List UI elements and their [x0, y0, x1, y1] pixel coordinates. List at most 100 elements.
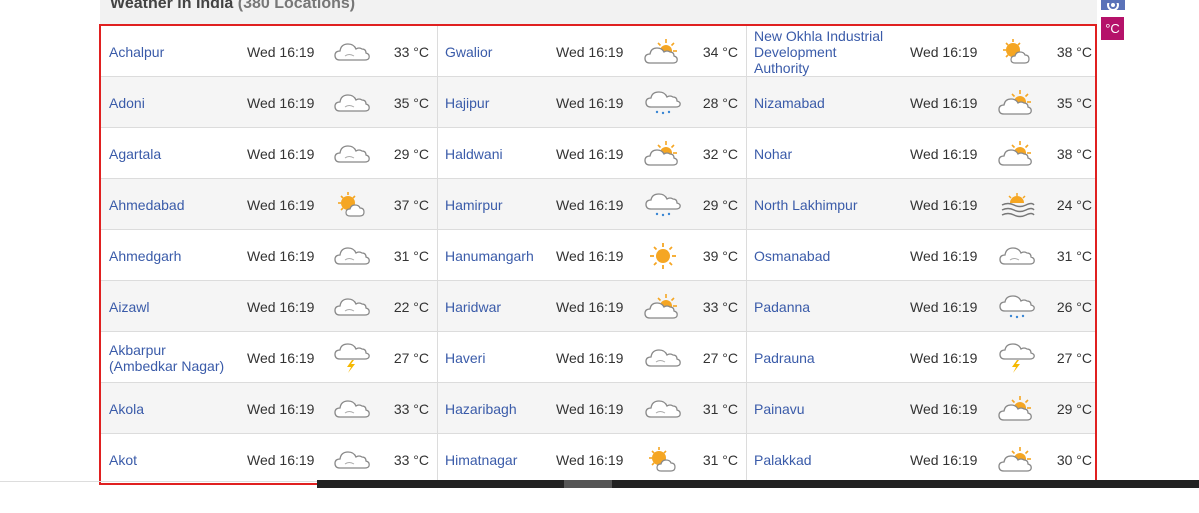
- location-link[interactable]: Padanna: [754, 281, 894, 332]
- local-time: Wed 16:19: [247, 298, 315, 315]
- table-row: Akbarpur (Ambedkar Nagar) Wed 16:19 27 °C H…: [101, 332, 1095, 383]
- local-time: Wed 16:19: [910, 145, 978, 162]
- table-row: Achalpur Wed 16:19 33 °C Gwalior Wed 16:19 34…: [101, 26, 1095, 77]
- thunderstorm-icon: [996, 332, 1038, 383]
- table-row: Akot Wed 16:19 33 °C Himatnagar Wed 16:19 31 …: [101, 434, 1095, 483]
- location-link[interactable]: Ahmedabad: [109, 179, 234, 230]
- local-time: Wed 16:19: [556, 400, 624, 417]
- location-link[interactable]: Aizawl: [109, 281, 234, 332]
- location-link[interactable]: Palakkad: [754, 434, 894, 483]
- table-row: Adoni Wed 16:19 35 °C Hajipur Wed 16:19 28 °C…: [101, 77, 1095, 128]
- table-row: Agartala Wed 16:19 29 °C Haldwani Wed 16:19 3…: [101, 128, 1095, 179]
- temperature: 29 °C: [1056, 400, 1092, 417]
- local-time: Wed 16:19: [556, 43, 624, 60]
- column-divider: [437, 26, 438, 483]
- location-link[interactable]: Hazaribagh: [445, 383, 545, 434]
- local-time: Wed 16:19: [556, 298, 624, 315]
- location-link[interactable]: Haridwar: [445, 281, 545, 332]
- temperature: 34 °C: [702, 43, 738, 60]
- location-link[interactable]: Nohar: [754, 128, 894, 179]
- partly-cloudy-icon: [642, 128, 684, 179]
- location-link[interactable]: Hamirpur: [445, 179, 545, 230]
- unit-toggle-button[interactable]: °C: [1101, 17, 1124, 40]
- location-link[interactable]: Nizamabad: [754, 77, 894, 128]
- partly-sunny-icon: [996, 26, 1038, 77]
- partly-cloudy-icon: [996, 383, 1038, 434]
- location-link[interactable]: Ahmedgarh: [109, 230, 234, 281]
- local-time: Wed 16:19: [247, 94, 315, 111]
- temperature: 24 °C: [1056, 196, 1092, 213]
- table-row: Akola Wed 16:19 33 °C Hazaribagh Wed 16:19 31…: [101, 383, 1095, 434]
- location-link[interactable]: Agartala: [109, 128, 234, 179]
- location-count: (380 Locations): [237, 0, 356, 12]
- partly-cloudy-icon: [642, 26, 684, 77]
- column-divider: [746, 26, 747, 483]
- local-time: Wed 16:19: [556, 94, 624, 111]
- temperature: 31 °C: [393, 247, 429, 264]
- location-link[interactable]: Adoni: [109, 77, 234, 128]
- temperature: 37 °C: [393, 196, 429, 213]
- location-link[interactable]: Achalpur: [109, 26, 234, 77]
- location-link[interactable]: Hanumangarh: [445, 230, 545, 281]
- location-link[interactable]: Painavu: [754, 383, 894, 434]
- temperature: 38 °C: [1056, 145, 1092, 162]
- temperature: 39 °C: [702, 247, 738, 264]
- partly-cloudy-icon: [996, 128, 1038, 179]
- cloudy-icon: [331, 383, 373, 434]
- cloudy-icon: [996, 230, 1038, 281]
- temperature: 33 °C: [393, 43, 429, 60]
- location-link[interactable]: Akola: [109, 383, 234, 434]
- location-link[interactable]: North Lakhimpur: [754, 179, 894, 230]
- location-link[interactable]: Akbarpur (Ambedkar Nagar): [109, 332, 234, 383]
- location-link[interactable]: Gwalior: [445, 26, 545, 77]
- partly-sunny-icon: [331, 179, 373, 230]
- local-time: Wed 16:19: [247, 43, 315, 60]
- sunny-icon: [642, 230, 684, 281]
- local-time: Wed 16:19: [910, 43, 978, 60]
- local-time: Wed 16:19: [556, 196, 624, 213]
- location-link[interactable]: Osmanabad: [754, 230, 894, 281]
- local-time: Wed 16:19: [556, 451, 624, 468]
- horizontal-scrollbar[interactable]: [317, 480, 1199, 488]
- partly-cloudy-icon: [642, 281, 684, 332]
- temperature: 32 °C: [702, 145, 738, 162]
- table-row: Ahmedgarh Wed 16:19 31 °C Hanumangarh Wed 16…: [101, 230, 1095, 281]
- temperature: 38 °C: [1056, 43, 1092, 60]
- location-link[interactable]: Akot: [109, 434, 234, 483]
- location-link[interactable]: Hajipur: [445, 77, 545, 128]
- temperature: 27 °C: [1056, 349, 1092, 366]
- temperature: 26 °C: [1056, 298, 1092, 315]
- thunderstorm-icon: [331, 332, 373, 383]
- cloudy-icon: [331, 281, 373, 332]
- settings-gear-icon[interactable]: [1101, 0, 1125, 10]
- local-time: Wed 16:19: [247, 400, 315, 417]
- location-link[interactable]: Himatnagar: [445, 434, 545, 483]
- temperature: 22 °C: [393, 298, 429, 315]
- local-time: Wed 16:19: [247, 451, 315, 468]
- local-time: Wed 16:19: [247, 247, 315, 264]
- weather-table: Achalpur Wed 16:19 33 °C Gwalior Wed 16:19 34…: [99, 24, 1097, 485]
- cloudy-icon: [642, 383, 684, 434]
- scrollbar-thumb[interactable]: [564, 480, 612, 488]
- location-link[interactable]: Haldwani: [445, 128, 545, 179]
- cloudy-icon: [331, 77, 373, 128]
- location-link[interactable]: New Okhla Industrial Development Authori…: [754, 26, 894, 77]
- temperature: 31 °C: [1056, 247, 1092, 264]
- local-time: Wed 16:19: [910, 247, 978, 264]
- temperature: 28 °C: [702, 94, 738, 111]
- temperature: 29 °C: [702, 196, 738, 213]
- local-time: Wed 16:19: [247, 145, 315, 162]
- light-rain-icon: [996, 281, 1038, 332]
- temperature: 33 °C: [393, 451, 429, 468]
- location-link[interactable]: Padrauna: [754, 332, 894, 383]
- cloudy-icon: [331, 230, 373, 281]
- location-link[interactable]: Haveri: [445, 332, 545, 383]
- temperature: 33 °C: [702, 298, 738, 315]
- local-time: Wed 16:19: [910, 400, 978, 417]
- cloudy-icon: [642, 332, 684, 383]
- local-time: Wed 16:19: [910, 349, 978, 366]
- temperature: 27 °C: [393, 349, 429, 366]
- local-time: Wed 16:19: [910, 298, 978, 315]
- section-title: Weather in India (380 Locations): [110, 0, 355, 13]
- local-time: Wed 16:19: [556, 349, 624, 366]
